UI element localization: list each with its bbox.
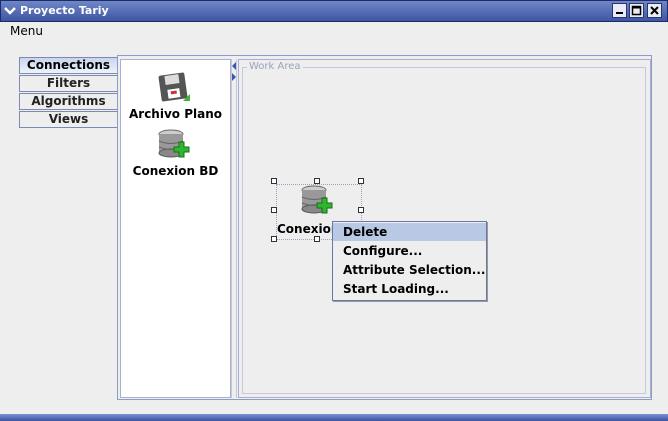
maximize-button[interactable] — [629, 3, 644, 18]
resize-handle[interactable] — [314, 178, 320, 184]
window-menu-chevron-icon[interactable] — [4, 5, 16, 17]
palette-item-archivo-plano[interactable]: Archivo Plano — [120, 107, 231, 121]
minimize-icon — [616, 12, 623, 14]
maximize-icon — [631, 5, 642, 16]
close-button[interactable] — [647, 3, 662, 18]
resize-handle[interactable] — [358, 178, 364, 184]
splitter-arrows-icon[interactable] — [231, 61, 237, 81]
palette-item-conexion-bd[interactable]: Conexion BD — [120, 164, 231, 178]
resize-handle[interactable] — [358, 207, 364, 213]
menu-item-start-loading[interactable]: Start Loading... — [333, 280, 486, 298]
window-bottom-border — [0, 414, 668, 421]
menu-item-attribute-selection[interactable]: Attribute Selection... — [333, 261, 486, 279]
database-add-icon[interactable] — [300, 185, 334, 217]
tab-views[interactable]: Views — [19, 111, 117, 128]
close-icon — [650, 6, 659, 15]
splitter[interactable] — [231, 59, 237, 398]
resize-handle[interactable] — [271, 178, 277, 184]
work-area-legend: Work Area — [247, 61, 303, 72]
window-title: Proyecto Tariy — [20, 4, 109, 17]
minimize-button[interactable] — [612, 3, 627, 18]
menu-menu[interactable]: Menu — [10, 23, 43, 40]
work-node-label[interactable]: Conexion — [277, 221, 339, 237]
menu-item-delete[interactable]: Delete — [333, 223, 486, 241]
database-add-icon[interactable] — [157, 129, 191, 161]
floppy-disk-icon[interactable] — [158, 70, 192, 104]
resize-handle[interactable] — [271, 207, 277, 213]
tab-algorithms[interactable]: Algorithms — [19, 93, 117, 110]
menu-item-configure[interactable]: Configure... — [333, 242, 486, 260]
tab-connections[interactable]: Connections — [19, 57, 117, 74]
menu-bar — [0, 22, 668, 42]
tab-filters[interactable]: Filters — [19, 75, 117, 92]
